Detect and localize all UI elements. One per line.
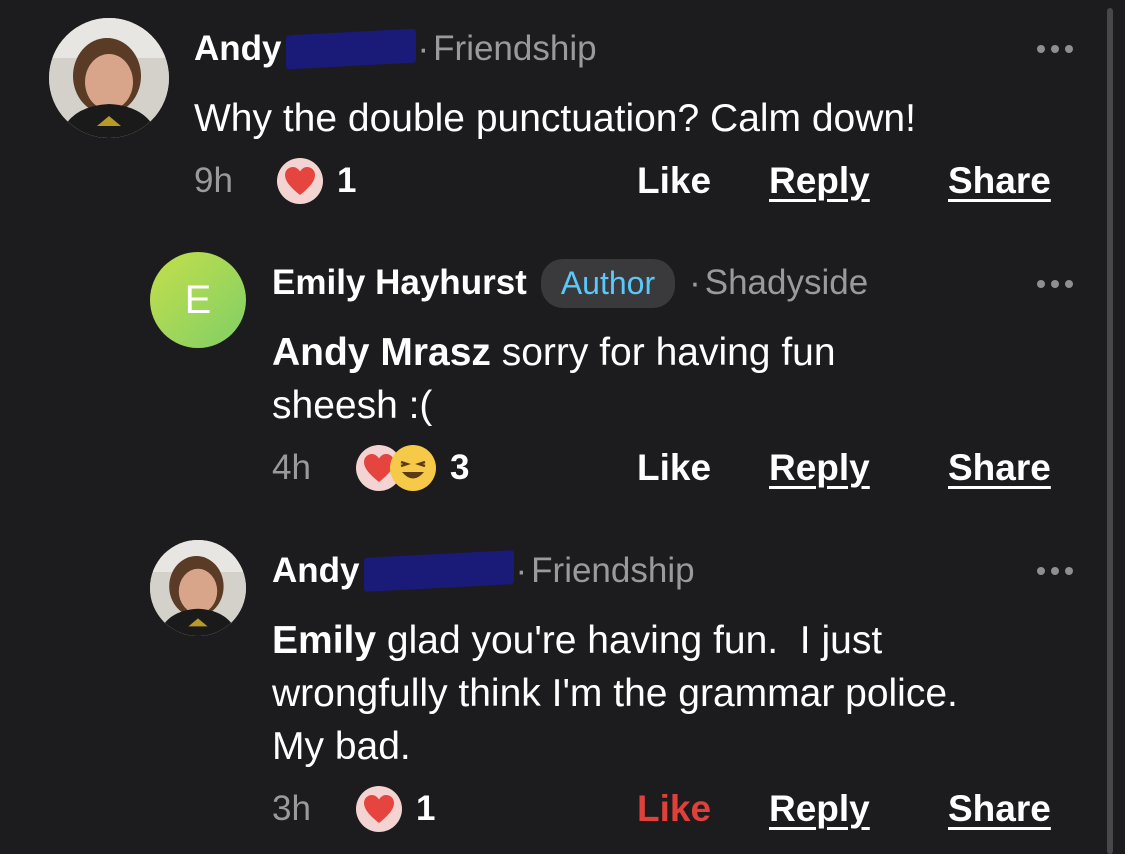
avatar-photo bbox=[150, 540, 246, 636]
author-name[interactable]: Andy bbox=[272, 551, 360, 591]
comment-actions: 3h 1 Like Reply Share bbox=[0, 784, 1125, 834]
comment-text: glad you're having fun. I just wrongfull… bbox=[272, 619, 969, 768]
mention[interactable]: Emily bbox=[272, 619, 376, 662]
timestamp: 3h bbox=[272, 789, 311, 828]
comment-body: Emily glad you're having fun. I just wro… bbox=[272, 614, 1002, 773]
like-button[interactable]: Like bbox=[637, 784, 711, 834]
separator: · bbox=[515, 551, 528, 590]
comment-3: Andy · Friendship Emily glad you're havi… bbox=[0, 0, 1125, 854]
avatar[interactable] bbox=[150, 540, 246, 636]
location: Friendship bbox=[531, 551, 695, 590]
comment-header: Andy · Friendship bbox=[272, 550, 695, 592]
reactions[interactable]: 1 bbox=[356, 784, 435, 834]
comment-thread: Andy · Friendship Why the double punctua… bbox=[0, 0, 1125, 854]
share-button[interactable]: Share bbox=[948, 784, 1051, 834]
scrollbar[interactable] bbox=[1107, 8, 1113, 854]
redacted-surname bbox=[363, 550, 514, 592]
heart-reaction-icon bbox=[356, 786, 402, 832]
reaction-count: 1 bbox=[416, 789, 436, 828]
reply-button[interactable]: Reply bbox=[769, 784, 870, 834]
more-icon[interactable] bbox=[1037, 567, 1073, 575]
